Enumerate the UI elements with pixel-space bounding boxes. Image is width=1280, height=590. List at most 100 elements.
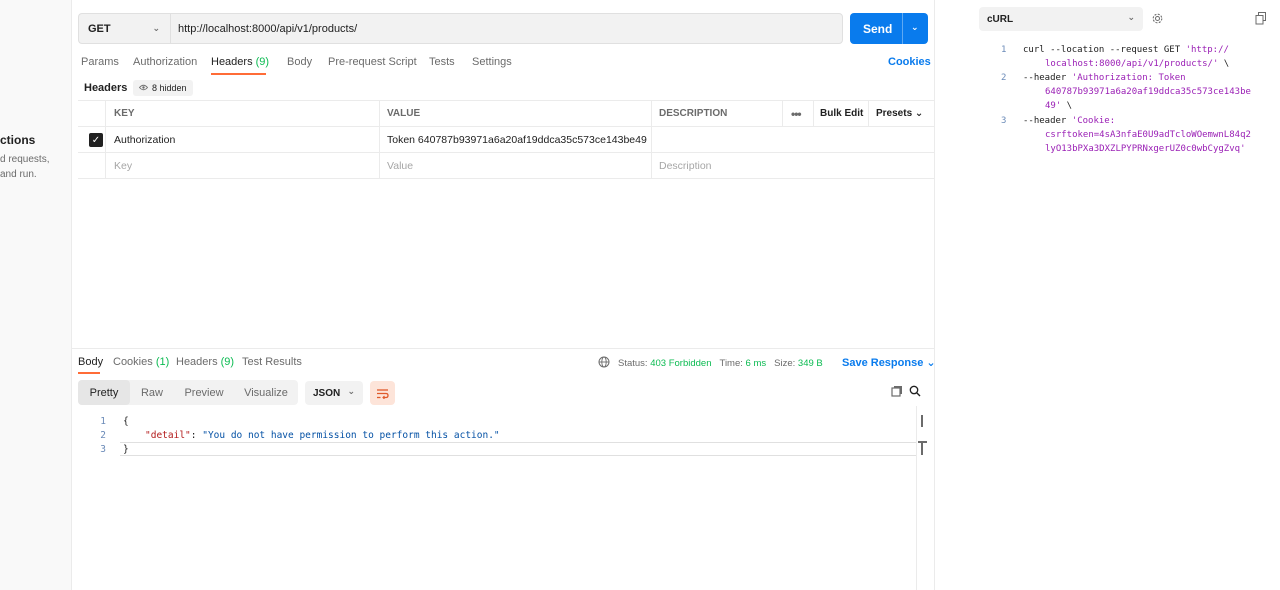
chevron-down-icon: ⌄ <box>347 386 355 396</box>
col-value: VALUE <box>387 108 421 119</box>
col-key: KEY <box>114 108 135 119</box>
table-row-new: Key Value Description <box>78 153 934 179</box>
response-tab-headers[interactable]: Headers (9) <box>176 356 234 368</box>
col-description: DESCRIPTION <box>659 108 728 119</box>
table-row: ✓ Authorization Token 640787b93971a6a20a… <box>78 127 934 153</box>
view-raw[interactable]: Raw <box>132 380 172 405</box>
table-header-row: KEY VALUE DESCRIPTION ••• Bulk Edit Pres… <box>78 100 934 127</box>
code-line-1: { <box>123 416 129 427</box>
headers-table: KEY VALUE DESCRIPTION ••• Bulk Edit Pres… <box>78 100 934 179</box>
status-text: Status: 403 Forbidden <box>618 358 712 369</box>
col-divider <box>379 100 380 179</box>
view-preview[interactable]: Preview <box>176 380 232 405</box>
url-value: http://localhost:8000/api/v1/products/ <box>178 22 358 35</box>
wrap-lines-button[interactable] <box>370 381 395 405</box>
col-divider <box>105 100 106 179</box>
snippet-line-number: 3 <box>1001 116 1007 126</box>
header-key[interactable]: Authorization <box>114 127 175 152</box>
time-value: 6 ms <box>745 358 767 369</box>
view-visualize[interactable]: Visualize <box>238 380 294 405</box>
snippet-line: 49' \ <box>1045 101 1073 111</box>
send-divider <box>902 13 903 44</box>
response-body-editor[interactable]: 1 2 3 { "detail": "You do not have permi… <box>78 412 928 590</box>
send-button[interactable]: Send ⌄ <box>850 13 928 44</box>
active-response-tab-indicator <box>78 372 100 374</box>
header-value[interactable]: Token 640787b93971a6a20af19ddca35c573ce1… <box>387 127 647 152</box>
active-tab-indicator <box>211 73 266 75</box>
tab-authorization[interactable]: Authorization <box>133 56 197 68</box>
cookies-link[interactable]: Cookies <box>888 56 931 68</box>
tab-pre-request-script[interactable]: Pre-request Script <box>328 56 417 68</box>
method-label: GET <box>88 22 111 35</box>
code-line-2: "detail": "You do not have permission to… <box>145 430 500 441</box>
headers-count: (9) <box>255 56 270 68</box>
chevron-down-icon: ⌄ <box>914 108 924 119</box>
new-key-input[interactable]: Key <box>114 153 132 178</box>
presets-dropdown[interactable]: Presets ⌄ <box>876 101 923 126</box>
chevron-down-icon[interactable]: ⌄ <box>911 22 919 33</box>
url-input[interactable]: http://localhost:8000/api/v1/products/ <box>170 13 843 44</box>
snippet-line: localhost:8000/api/v1/products/' \ <box>1045 59 1230 69</box>
snippet-line: csrftoken=4sA3nfaE0U9adTcloWOemwnL84q2 <box>1045 130 1251 140</box>
view-mode-toggle: Pretty Raw Preview Visualize <box>78 380 298 405</box>
col-divider <box>868 100 869 127</box>
editor-scrollbar[interactable] <box>916 406 917 590</box>
more-options-icon[interactable]: ••• <box>791 101 802 126</box>
gear-icon[interactable] <box>1151 12 1164 28</box>
col-divider <box>782 100 783 127</box>
size-text: Size: 349 B <box>774 358 823 369</box>
snippet-line: lyO13bPXa3DXZLPYPRNxgerUZ0c0wbCygZvq' <box>1045 144 1246 154</box>
tab-body[interactable]: Body <box>287 56 312 68</box>
bulk-edit-button[interactable]: Bulk Edit <box>820 101 863 126</box>
globe-icon[interactable] <box>598 356 610 371</box>
send-label: Send <box>863 21 893 36</box>
sidebar-panel: ctions d requests, and run. <box>0 0 72 590</box>
header-enabled-checkbox[interactable]: ✓ <box>89 133 103 147</box>
copy-icon[interactable] <box>1255 12 1267 28</box>
sidebar-title: ctions <box>0 133 36 147</box>
tab-params[interactable]: Params <box>81 56 119 68</box>
response-divider[interactable] <box>72 348 934 349</box>
chevron-down-icon: ⌄ <box>152 23 160 33</box>
sidebar-desc-1: d requests, <box>0 154 50 165</box>
line-number: 3 <box>100 444 106 455</box>
size-value: 349 B <box>797 358 823 369</box>
hidden-count: 8 hidden <box>152 83 187 93</box>
status-code: 403 Forbidden <box>650 358 712 369</box>
response-tab-cookies[interactable]: Cookies (1) <box>113 356 169 368</box>
search-icon[interactable] <box>909 385 921 400</box>
tab-tests[interactable]: Tests <box>429 56 455 68</box>
editor-marker <box>921 415 923 427</box>
response-status: Status: 403 Forbidden Time: 6 ms Size: 3… <box>598 356 823 371</box>
snippet-line: --header 'Authorization: Token <box>1023 73 1186 83</box>
copy-icon[interactable] <box>891 385 903 400</box>
sidebar-desc-2: and run. <box>0 169 37 180</box>
snippet-line: curl --location --request GET 'http:// <box>1023 45 1229 55</box>
response-tab-body[interactable]: Body <box>78 356 103 368</box>
wrap-icon <box>377 388 389 399</box>
tab-settings[interactable]: Settings <box>472 56 512 68</box>
hidden-headers-toggle[interactable]: 8 hidden <box>133 80 193 96</box>
editor-marker <box>921 441 923 455</box>
headers-section-title: Headers <box>84 82 128 94</box>
pane-divider[interactable] <box>934 0 935 590</box>
chevron-down-icon: ⌄ <box>1127 12 1135 22</box>
new-value-input[interactable]: Value <box>387 153 413 178</box>
line-number: 1 <box>100 416 106 427</box>
response-tab-test-results[interactable]: Test Results <box>242 356 302 368</box>
snippet-language-select[interactable]: cURL ⌄ <box>979 7 1143 31</box>
snippet-line: --header 'Cookie: <box>1023 116 1116 126</box>
code-line-3: } <box>123 444 129 455</box>
tab-headers[interactable]: Headers (9) <box>211 56 269 68</box>
snippet-line-number: 2 <box>1001 73 1007 83</box>
line-number: 2 <box>100 430 106 441</box>
eye-icon <box>138 83 149 93</box>
method-select[interactable]: GET ⌄ <box>78 13 170 44</box>
col-divider <box>813 100 814 127</box>
time-text: Time: 6 ms <box>719 358 767 369</box>
format-select[interactable]: JSON ⌄ <box>305 381 363 405</box>
snippet-line: 640787b93971a6a20af19ddca35c573ce143be <box>1045 87 1251 97</box>
save-response-button[interactable]: Save Response ⌄ <box>842 356 936 369</box>
new-description-input[interactable]: Description <box>659 153 712 178</box>
view-pretty[interactable]: Pretty <box>78 380 130 405</box>
